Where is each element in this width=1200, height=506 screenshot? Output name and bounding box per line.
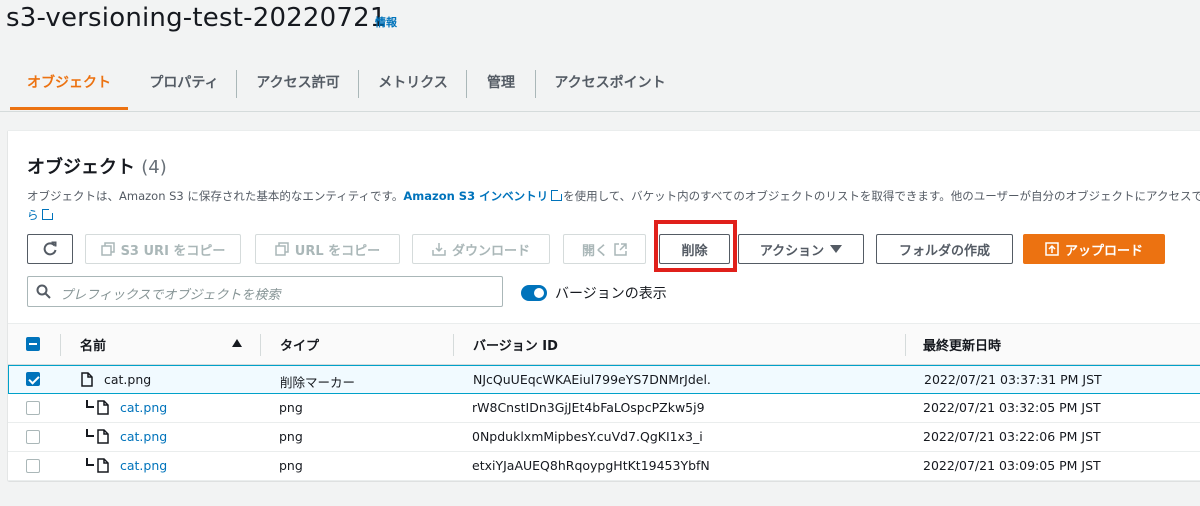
- panel-title: オブジェクト (4): [27, 153, 167, 179]
- panel-description: オブジェクトは、Amazon S3 に保存された基本的なエンティティです。Ama…: [27, 187, 1200, 206]
- version-tree-connector: [86, 458, 94, 466]
- tab-permissions[interactable]: アクセス許可: [244, 62, 352, 110]
- object-type: png: [279, 458, 303, 473]
- file-icon: [81, 372, 93, 387]
- search-icon: [36, 284, 51, 299]
- show-versions-label: バージョンの表示: [555, 286, 667, 302]
- object-count: (4): [141, 157, 167, 178]
- file-icon: [97, 458, 109, 473]
- table-row[interactable]: cat.png png etxiYJaAUEQ8hRqoypgHtKt19453…: [8, 452, 1200, 481]
- column-name[interactable]: 名前: [80, 335, 106, 354]
- refresh-button[interactable]: [27, 234, 73, 264]
- table-row[interactable]: cat.png png 0NpduklxmMipbesY.cuVd7.QgKI1…: [8, 423, 1200, 452]
- tab-divider: [358, 70, 359, 98]
- version-tree-connector: [86, 429, 94, 437]
- tab-properties[interactable]: プロパティ: [138, 62, 230, 110]
- description-text: オブジェクトは、Amazon S3 に保存された基本的なエンティティです。: [27, 189, 404, 203]
- tab-access-points[interactable]: アクセスポイント: [543, 62, 677, 110]
- object-type: png: [279, 400, 303, 415]
- copy-url-button[interactable]: URL をコピー: [255, 234, 400, 264]
- inventory-link[interactable]: Amazon S3 インベントリ: [403, 189, 548, 203]
- copy-icon: [275, 242, 289, 256]
- row-checkbox[interactable]: [26, 459, 40, 473]
- copy-s3-uri-button[interactable]: S3 URI をコピー: [85, 234, 241, 264]
- external-link-icon: [551, 189, 564, 201]
- file-icon: [97, 429, 109, 444]
- copy-url-label: URL をコピー: [294, 243, 381, 259]
- download-label: ダウンロード: [451, 243, 530, 259]
- object-name-link[interactable]: cat.png: [120, 429, 167, 444]
- tab-bar: オブジェクト プロパティ アクセス許可 メトリクス 管理 アクセスポイント: [0, 62, 1200, 112]
- actions-label: アクション: [759, 243, 825, 259]
- create-folder-button[interactable]: フォルダの作成: [876, 234, 1013, 264]
- table-header: 名前 タイプ バージョン ID 最終更新日時: [8, 323, 1200, 365]
- open-label: 開く: [581, 243, 608, 259]
- external-link-icon: [614, 242, 627, 256]
- objects-panel: オブジェクト (4) オブジェクトは、Amazon S3 に保存された基本的なエ…: [8, 130, 1200, 481]
- object-name: cat.png: [104, 372, 152, 387]
- version-id: etxiYJaAUEQ8hRqoypgHtKt19453YbfN: [472, 458, 710, 473]
- last-modified: 2022/07/21 03:22:06 PM JST: [923, 429, 1101, 444]
- create-folder-label: フォルダの作成: [898, 243, 990, 259]
- copy-s3-uri-label: S3 URI をコピー: [120, 243, 226, 259]
- column-type[interactable]: タイプ: [280, 335, 319, 354]
- search-input[interactable]: プレフィックスでオブジェクトを検索: [27, 276, 503, 307]
- panel-title-text: オブジェクト: [27, 157, 135, 178]
- file-icon: [97, 400, 109, 415]
- s3-console-page: s3-versioning-test-20220721 情報 オブジェクト プロ…: [0, 0, 1200, 506]
- download-icon: [432, 243, 446, 256]
- version-id: 0NpduklxmMipbesY.cuVd7.QgKI1x3_i: [472, 429, 703, 444]
- column-divider: [260, 334, 261, 356]
- tab-metrics[interactable]: メトリクス: [366, 62, 460, 110]
- version-id: NJcQuUEqcWKAEiul799eYS7DNMrJdel.: [473, 372, 711, 387]
- row-checkbox[interactable]: [26, 401, 40, 415]
- tab-divider: [535, 70, 536, 98]
- object-type: png: [279, 429, 303, 444]
- last-modified: 2022/07/21 03:37:31 PM JST: [924, 372, 1102, 387]
- open-button[interactable]: 開く: [563, 234, 646, 264]
- description-link-text: ら: [27, 208, 39, 222]
- upload-label: アップロード: [1064, 243, 1143, 259]
- refresh-icon: [43, 241, 57, 256]
- table-row[interactable]: cat.png 削除マーカー NJcQuUEqcWKAEiul799eYS7DN…: [8, 365, 1200, 394]
- show-versions-toggle[interactable]: [521, 285, 547, 301]
- column-divider: [453, 334, 454, 356]
- copy-icon: [100, 242, 115, 256]
- description-text: を使用して、バケット内のすべてのオブジェクトのリストを取得できます。他のユーザー…: [563, 189, 1200, 203]
- row-checkbox[interactable]: [26, 430, 40, 444]
- sort-ascending-icon[interactable]: [232, 339, 242, 347]
- column-divider: [905, 334, 906, 356]
- last-modified: 2022/07/21 03:32:05 PM JST: [923, 400, 1101, 415]
- tab-objects[interactable]: オブジェクト: [10, 62, 128, 110]
- caret-down-icon: [830, 245, 843, 253]
- object-type: 削除マーカー: [280, 375, 356, 390]
- object-name-link[interactable]: cat.png: [120, 458, 167, 473]
- column-divider: [60, 334, 61, 356]
- download-button[interactable]: ダウンロード: [412, 234, 550, 264]
- table-row[interactable]: cat.png png rW8CnstIDn3GjJEt4bFaLOspcPZk…: [8, 394, 1200, 423]
- actions-dropdown[interactable]: アクション: [738, 234, 864, 264]
- row-checkbox[interactable]: [26, 372, 40, 386]
- external-link-icon: [41, 208, 54, 220]
- tab-divider: [466, 70, 467, 98]
- delete-highlight-box: [654, 220, 737, 272]
- version-tree-connector: [86, 400, 94, 408]
- column-last-modified[interactable]: 最終更新日時: [923, 335, 1001, 354]
- version-id: rW8CnstIDn3GjJEt4bFaLOspcPZkw5j9: [472, 400, 705, 415]
- select-all-checkbox[interactable]: [26, 337, 40, 351]
- tab-management[interactable]: 管理: [474, 62, 528, 110]
- bucket-title: s3-versioning-test-20220721: [6, 3, 387, 33]
- last-modified: 2022/07/21 03:09:05 PM JST: [923, 458, 1101, 473]
- info-link[interactable]: 情報: [375, 14, 397, 30]
- upload-icon: [1045, 242, 1059, 256]
- upload-button[interactable]: アップロード: [1023, 234, 1165, 264]
- panel-description-cont[interactable]: ら: [27, 206, 54, 225]
- tab-divider: [236, 70, 237, 98]
- search-placeholder: プレフィックスでオブジェクトを検索: [60, 288, 281, 303]
- object-name-link[interactable]: cat.png: [120, 400, 167, 415]
- column-version-id[interactable]: バージョン ID: [473, 335, 558, 354]
